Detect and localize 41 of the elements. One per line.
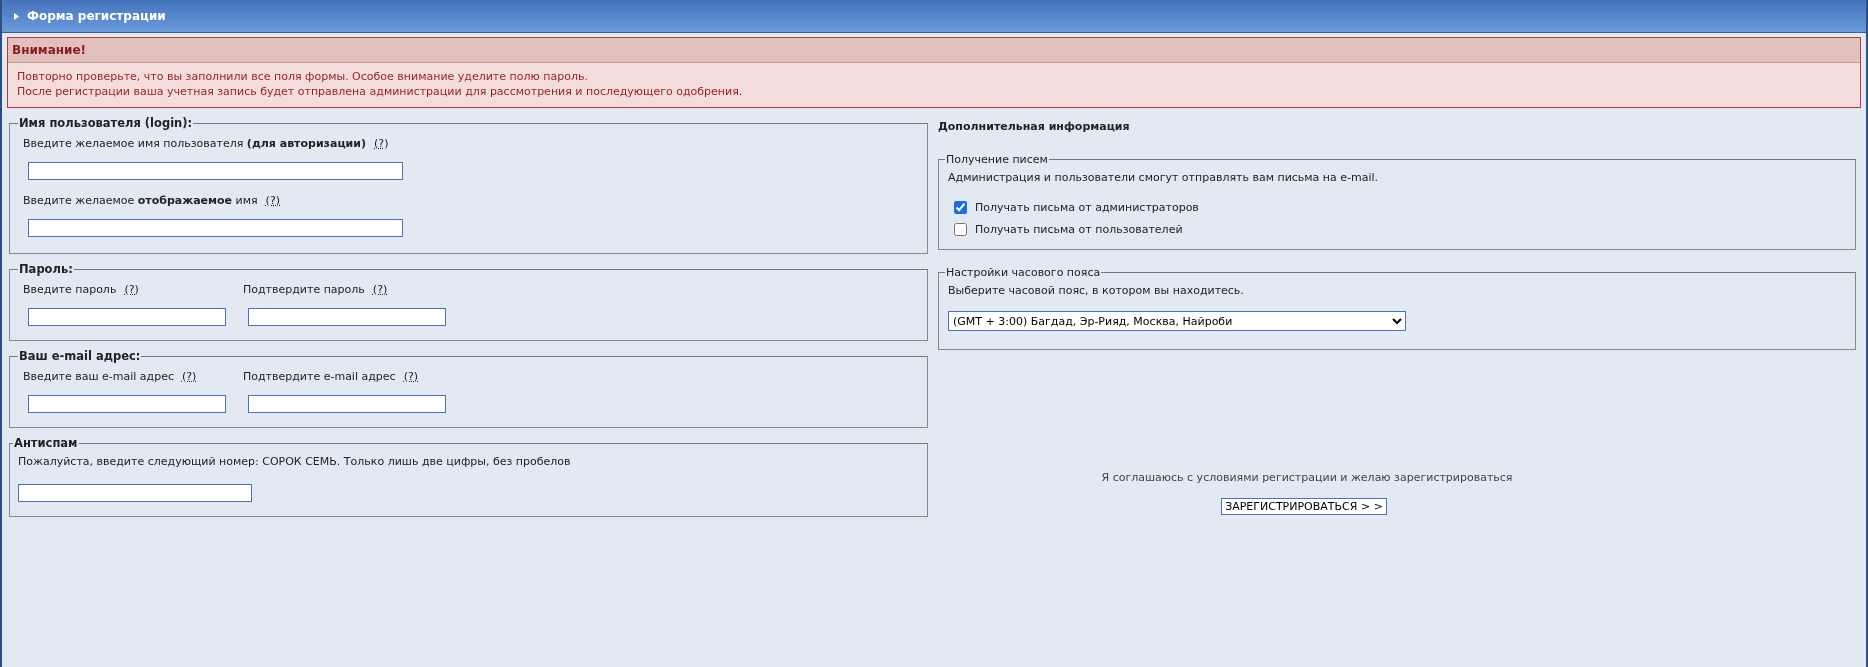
timezone-select[interactable]: (GMT + 3:00) Багдад, Эр-Рияд, Москва, Найроби bbox=[948, 311, 1406, 331]
field-label: Введите пароль bbox=[23, 283, 117, 298]
warning-title: Внимание! bbox=[8, 38, 1860, 63]
warning-text: После регистрации ваша учетная запись будет отправлена администрации для рассмотрения и последующего одобрения. bbox=[17, 84, 744, 99]
help-link[interactable]: (?) bbox=[265, 194, 281, 210]
field-label: Подтвердите пароль bbox=[243, 283, 365, 298]
input-field[interactable] bbox=[248, 308, 446, 326]
description-text: Администрация и пользователи смогут отправлять вам письма на e-mail. bbox=[948, 171, 1380, 184]
help-link[interactable]: (?) bbox=[124, 283, 139, 299]
section-title: Дополнительная информация bbox=[938, 120, 1131, 133]
checkbox-label: Получать письма от пользователей bbox=[975, 222, 1183, 236]
fieldset-legend: Антиспам bbox=[13, 436, 79, 450]
fieldset-legend: Ваш e-mail адрес: bbox=[18, 349, 142, 363]
warning-text: Повторно проверьте, что вы заполнили все поля формы. Особое внимание уделите полю пароль. bbox=[17, 69, 589, 84]
input-field[interactable] bbox=[248, 395, 446, 413]
help-link[interactable]: (?) bbox=[374, 137, 389, 153]
form-title: Форма регистрации bbox=[27, 9, 166, 23]
field-label: Введите желаемое имя пользователя (для авторизации) bbox=[23, 137, 367, 152]
triangle-icon bbox=[14, 12, 19, 20]
field-label: Введите желаемое отображаемое имя bbox=[23, 194, 258, 209]
field-label: Введите ваш e-mail адрес bbox=[23, 370, 174, 385]
input-field[interactable] bbox=[18, 484, 252, 502]
help-link[interactable]: (?) bbox=[181, 370, 197, 386]
input-field[interactable] bbox=[28, 308, 226, 326]
help-link[interactable]: (?) bbox=[403, 370, 419, 386]
antispam-text: Пожалуйста, введите следующий номер: СОРОК СЕМЬ. Только лишь две цифры, без пробелов bbox=[18, 455, 572, 468]
input-field[interactable] bbox=[28, 162, 403, 180]
checkbox-label: Получать письма от администраторов bbox=[975, 200, 1199, 214]
input-field[interactable] bbox=[28, 395, 226, 413]
input-field[interactable] bbox=[28, 219, 403, 237]
checkbox[interactable] bbox=[954, 200, 967, 214]
fieldset-legend: Настройки часового пояса bbox=[945, 266, 1102, 279]
register-button[interactable]: ЗАРЕГИСТРИРОВАТЬСЯ > > bbox=[1221, 498, 1387, 515]
fieldset-legend: Получение писем bbox=[945, 153, 1049, 166]
fieldset-legend: Имя пользователя (login): bbox=[18, 116, 194, 130]
help-link[interactable]: (?) bbox=[372, 283, 388, 299]
fieldset-legend: Пароль: bbox=[18, 262, 74, 276]
description-text: Выберите часовой пояс, в котором вы находитесь. bbox=[948, 284, 1245, 297]
agreement-text: Я соглашаюсь с условиями регистрации и желаю зарегистрироваться bbox=[1101, 471, 1513, 484]
field-label: Подтвердите e-mail адрес bbox=[243, 370, 396, 385]
checkbox[interactable] bbox=[954, 222, 967, 236]
